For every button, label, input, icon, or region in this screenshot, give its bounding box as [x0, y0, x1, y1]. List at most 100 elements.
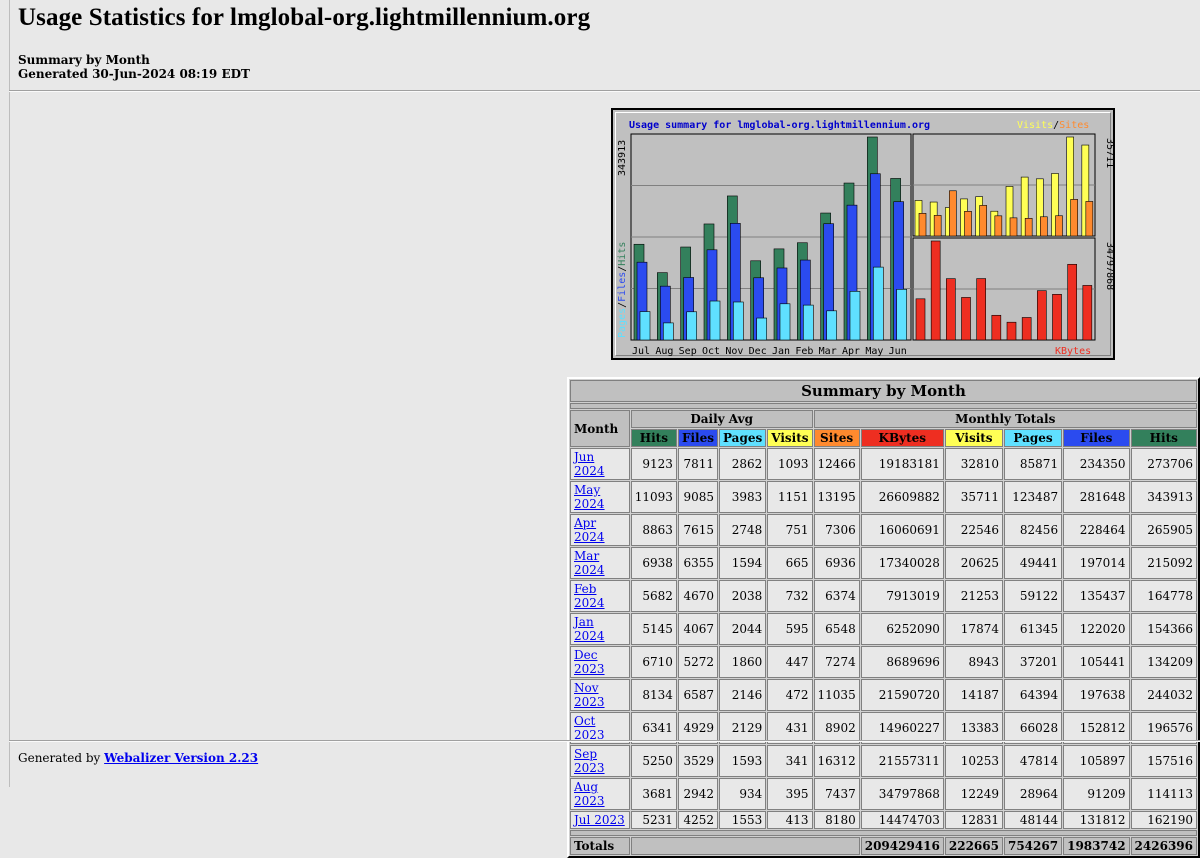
table-cell: 59122: [1003, 580, 1063, 612]
pages-bar: [686, 311, 697, 341]
kbytes-bar: [930, 240, 941, 341]
sites-bar: [1055, 215, 1063, 237]
table-cell: 5145: [630, 613, 677, 645]
month-header: Month: [570, 410, 630, 447]
table-cell: 122020: [1063, 613, 1130, 645]
table-cell: 6252090: [860, 613, 944, 645]
kbytes-bar: [1006, 321, 1017, 341]
month-link[interactable]: Jun 2024: [574, 450, 605, 478]
table-cell: 162190: [1130, 811, 1197, 829]
month-link[interactable]: Dec 2023: [574, 648, 605, 676]
kbytes-bar: [946, 278, 956, 341]
right-bottom-max: 34797868: [1104, 242, 1113, 290]
table-row: Apr 2024 8863 7615 2748 751 7306 16060691 22546…: [570, 514, 1197, 546]
table-cell: 3529: [677, 745, 718, 777]
table-cell: 28964: [1003, 778, 1063, 810]
table-cell: 2862: [718, 448, 767, 480]
sites-bar: [949, 190, 957, 237]
sites-bar: [1024, 218, 1033, 237]
daily-col-hits: Hits: [630, 429, 677, 447]
totals-cell: 222665: [944, 837, 1003, 855]
month-link[interactable]: Apr 2024: [574, 516, 605, 544]
month-link[interactable]: Jul 2023: [574, 813, 625, 827]
month-label-aug: Aug: [655, 346, 673, 357]
footer: Generated by Webalizer Version 2.23: [18, 751, 258, 765]
table-cell: 341: [767, 745, 813, 777]
pages-bar: [756, 317, 767, 341]
totals-row: Totals 209429416 222665 754267 1983742 24263…: [570, 837, 1197, 855]
daily-col-files: Files: [677, 429, 718, 447]
table-cell: 7437: [813, 778, 860, 810]
month-link[interactable]: Feb 2024: [574, 582, 605, 610]
webalizer-link[interactable]: Webalizer Version 2.23: [104, 751, 258, 765]
table-cell: 7811: [677, 448, 718, 480]
table-cell: 5231: [630, 811, 677, 829]
table-row: Jul 2023 5231 4252 1553 413 8180 14474703 12831…: [570, 811, 1197, 829]
table-cell: 49441: [1003, 547, 1063, 579]
table-cell: 228464: [1063, 514, 1130, 546]
table-title: Summary by Month: [570, 380, 1197, 402]
pages-bar: [849, 291, 861, 341]
kbytes-bar: [976, 278, 986, 341]
table-cell: 6710: [630, 646, 677, 678]
table-cell: 9123: [630, 448, 677, 480]
table-cell: 85871: [1003, 448, 1063, 480]
pages-bar: [803, 304, 814, 341]
table-cell: 35711: [944, 481, 1003, 513]
month-label-nov: Nov: [725, 346, 743, 357]
table-cell: 21253: [944, 580, 1003, 612]
page-subheader: Summary by Month Generated 30-Jun-2024 0…: [18, 53, 250, 81]
table-row: Jun 2024 9123 7811 2862 1093 12466 19183181 328…: [570, 448, 1197, 480]
table-cell: 4252: [677, 811, 718, 829]
month-link[interactable]: Jan 2024: [574, 615, 605, 643]
table-cell: 21557311: [860, 745, 944, 777]
table-cell: 17340028: [860, 547, 944, 579]
right-top-legend: Visits/Sites: [1017, 120, 1089, 131]
month-link[interactable]: Sep 2023: [574, 747, 605, 775]
table-cell: 7274: [813, 646, 860, 678]
table-cell: 3983: [718, 481, 767, 513]
month-cell: Sep 2023: [570, 745, 630, 777]
table-cell: 16060691: [860, 514, 944, 546]
table-body: Jun 2024 9123 7811 2862 1093 12466 19183181 328…: [570, 448, 1197, 829]
table-cell: 5682: [630, 580, 677, 612]
table-cell: 2044: [718, 613, 767, 645]
table-cell: 9085: [677, 481, 718, 513]
kbytes-bar: [991, 314, 1002, 341]
month-link[interactable]: Nov 2023: [574, 681, 605, 709]
month-link[interactable]: Aug 2023: [574, 780, 605, 808]
table-cell: 134209: [1130, 646, 1197, 678]
kbytes-bar: [915, 298, 926, 341]
table-cell: 5272: [677, 646, 718, 678]
table-cell: 4067: [677, 613, 718, 645]
month-label-sep: Sep: [679, 346, 697, 357]
table-cell: 732: [767, 580, 813, 612]
table-cell: 1593: [718, 745, 767, 777]
table-cell: 273706: [1130, 448, 1197, 480]
table-cell: 6374: [813, 580, 860, 612]
table-cell: 2038: [718, 580, 767, 612]
table-row: Feb 2024 5682 4670 2038 732 6374 7913019 21253 5…: [570, 580, 1197, 612]
table-cell: 2146: [718, 679, 767, 711]
totals-cell: 2426396: [1130, 837, 1197, 855]
daily-col-pages: Pages: [718, 429, 767, 447]
table-cell: 6355: [677, 547, 718, 579]
kbytes-bar: [1067, 263, 1077, 341]
usage-graph: Usage summary for lmglobal-org.lightmill…: [611, 108, 1115, 360]
month-link[interactable]: Oct 2023: [574, 714, 605, 742]
table-cell: 1860: [718, 646, 767, 678]
table-cell: 32810: [944, 448, 1003, 480]
month-link[interactable]: May 2024: [574, 483, 605, 511]
table-cell: 61345: [1003, 613, 1063, 645]
table-cell: 595: [767, 613, 813, 645]
daily-col-visits: Visits: [767, 429, 813, 447]
month-link[interactable]: Mar 2024: [574, 549, 605, 577]
table-cell: 10253: [944, 745, 1003, 777]
monthly-col-hits: Hits: [1130, 429, 1197, 447]
pages-bar: [709, 300, 721, 341]
table-cell: 1594: [718, 547, 767, 579]
kbytes-bar: [1082, 285, 1093, 341]
monthly-col-sites: Sites: [813, 429, 860, 447]
pages-bar: [826, 310, 837, 341]
table-row: Nov 2023 8134 6587 2146 472 11035 21590720 1418…: [570, 679, 1197, 711]
